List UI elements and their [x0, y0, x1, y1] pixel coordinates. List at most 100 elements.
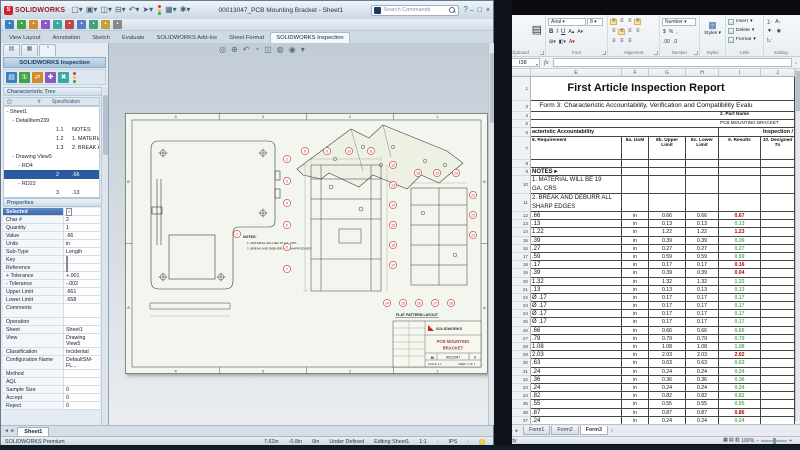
property-row[interactable]: Sheet Sheet1 [3, 326, 100, 334]
lower-limit-cell[interactable]: 2.03 [686, 351, 719, 360]
note-text[interactable]: 2. BREAK AND DEBURR ALL SHARP EDGES [531, 194, 622, 212]
property-row[interactable]: + Tolerance +.001 [3, 272, 100, 280]
upper-limit-cell[interactable]: 0.17 [649, 318, 686, 327]
data-row-14[interactable]: 14 1.22 in 1.22 1.22 1.23 [494, 228, 795, 237]
upper-limit-cell[interactable]: 0.24 [649, 416, 686, 424]
font-color-icon[interactable]: A▾ [568, 39, 576, 45]
result-cell[interactable]: 0.86 [719, 408, 761, 417]
data-row-26[interactable]: 26.66 in 0.66 0.66 0.66 [494, 326, 795, 335]
upper-limit-cell[interactable]: 0.82 [649, 392, 686, 401]
traffic-light-icon[interactable] [156, 5, 162, 15]
result-cell[interactable]: 0.63 [719, 359, 761, 368]
percent-format-icon[interactable]: % [668, 29, 674, 35]
designed-to-cell[interactable] [761, 359, 795, 368]
property-value[interactable]: Drawing View5 [63, 334, 100, 347]
lower-limit-cell[interactable]: 0.27 [686, 244, 719, 253]
data-row-31[interactable]: 31.24 in 0.24 0.24 0.24 [494, 367, 795, 376]
uom-cell[interactable]: in [622, 269, 649, 278]
orientation-icon[interactable] [634, 18, 641, 25]
uom-cell[interactable]: in [622, 343, 649, 352]
col-header-5[interactable]: 9. Results [719, 137, 761, 160]
property-value[interactable]: ✓ [63, 208, 100, 216]
result-cell[interactable]: 0.24 [719, 416, 761, 424]
requirement-cell[interactable]: .24 [531, 367, 622, 376]
select-arrow-icon[interactable]: ➤▾ [142, 5, 153, 15]
settings-icon[interactable]: ▪ [113, 20, 122, 29]
open-icon[interactable]: ▣▾ [86, 5, 98, 15]
property-row[interactable]: Sample Size 0 [3, 386, 100, 394]
inspection-tab-icon[interactable]: ◔ [39, 44, 56, 56]
upper-limit-cell[interactable]: 0.27 [649, 244, 686, 253]
column-header-E[interactable]: E [531, 69, 622, 76]
balloon-icon[interactable]: ▪ [29, 20, 38, 29]
requirement-cell[interactable]: 1.32 [531, 277, 622, 286]
cell[interactable] [719, 194, 761, 212]
property-row[interactable]: Key [3, 256, 100, 264]
result-cell[interactable]: 0.17 [719, 302, 761, 311]
designed-to-cell[interactable] [761, 252, 795, 262]
cell[interactable] [761, 168, 795, 176]
spreadsheet-grid[interactable]: 1 First Article Inspection Report 3 Form 3:… [494, 77, 795, 424]
checkbox[interactable] [66, 264, 68, 272]
properties-header[interactable]: Properties [3, 198, 106, 207]
checkbox[interactable] [66, 256, 68, 264]
cell[interactable] [686, 160, 719, 168]
property-value[interactable]: Incidental [63, 348, 100, 355]
tree-filter-icon[interactable]: ◫ [7, 99, 12, 105]
property-value[interactable] [63, 318, 100, 325]
insert-worksheet-icon[interactable]: ▿ [611, 428, 614, 434]
result-cell[interactable]: 1.08 [719, 343, 761, 352]
upper-limit-cell[interactable]: 1.08 [649, 343, 686, 352]
delete-icon[interactable]: ✖ [58, 71, 69, 83]
designed-to-cell[interactable] [761, 293, 795, 303]
excel-vertical-scrollbar[interactable] [795, 69, 800, 421]
designed-to-cell[interactable] [761, 244, 795, 253]
requirement-cell[interactable]: .13 [531, 285, 622, 294]
data-row-34[interactable]: 34.82 in 0.82 0.82 0.82 [494, 392, 795, 401]
requirement-cell[interactable]: .66 [531, 326, 622, 335]
data-row-29[interactable]: 29 2.03 in 2.03 2.03 2.02 [494, 351, 795, 360]
upper-limit-cell[interactable]: 0.87 [649, 408, 686, 417]
col-header-1[interactable]: 8. Requirement [531, 137, 622, 160]
property-value[interactable]: 0 [63, 394, 100, 401]
designed-to-cell[interactable] [761, 236, 795, 245]
lower-limit-cell[interactable]: 0.66 [686, 212, 719, 221]
minimize-button[interactable]: – [470, 7, 474, 14]
designed-to-cell[interactable] [761, 408, 795, 417]
close-button[interactable]: × [486, 7, 490, 14]
requirement-cell[interactable]: .13 [531, 220, 622, 229]
cell[interactable] [719, 168, 761, 176]
uom-cell[interactable]: in [622, 408, 649, 417]
requirement-cell[interactable]: 1.08 [531, 343, 622, 352]
middle-align-icon[interactable] [618, 18, 625, 25]
comma-format-icon[interactable]: , [675, 29, 678, 35]
checkbox[interactable]: ✓ [66, 208, 73, 216]
property-row[interactable]: Configuration Name DefaultSM-FL... [3, 356, 100, 370]
property-row[interactable]: Reject 0 [3, 402, 100, 410]
new-icon[interactable]: ▢▾ [71, 5, 83, 15]
table-row[interactable]: 6 acteristic Accountability Inspection / [494, 128, 795, 137]
section-header-left[interactable]: acteristic Accountability [531, 128, 719, 137]
cell[interactable] [719, 160, 761, 168]
requirement-cell[interactable]: .63 [531, 359, 622, 368]
data-row-20[interactable]: 20 1.32 in 1.32 1.32 1.33 [494, 277, 795, 286]
result-cell[interactable]: 0.36 [719, 375, 761, 384]
requirement-cell[interactable]: .66 [531, 212, 622, 221]
upper-limit-cell[interactable]: 2.03 [649, 351, 686, 360]
tree-node[interactable]: − RD4 [4, 161, 99, 170]
zoom-fit-icon[interactable]: ◎ [219, 45, 226, 54]
data-row-17[interactable]: 17.59 in 0.59 0.59 0.59 [494, 252, 795, 262]
lower-limit-cell[interactable]: 0.66 [686, 326, 719, 335]
data-row-35[interactable]: 35.55 in 0.55 0.55 0.55 [494, 400, 795, 409]
requirement-cell[interactable]: Ø .17 [531, 302, 622, 311]
search-icon[interactable] [449, 6, 456, 14]
designed-to-cell[interactable] [761, 310, 795, 319]
tab-solidworks-add-ins[interactable]: SOLIDWORKS Add-Ins [151, 32, 224, 43]
note-text[interactable]: 1. MATERIAL WILL BE 19 GA. CRS [531, 176, 622, 194]
italic-button[interactable]: I [555, 28, 559, 37]
designed-to-cell[interactable] [761, 400, 795, 409]
uom-cell[interactable]: in [622, 383, 649, 393]
requirement-cell[interactable]: .27 [531, 244, 622, 253]
part-name-label[interactable]: 2. Part Name [719, 112, 795, 120]
clear-icon[interactable]: ◺· [766, 37, 774, 43]
